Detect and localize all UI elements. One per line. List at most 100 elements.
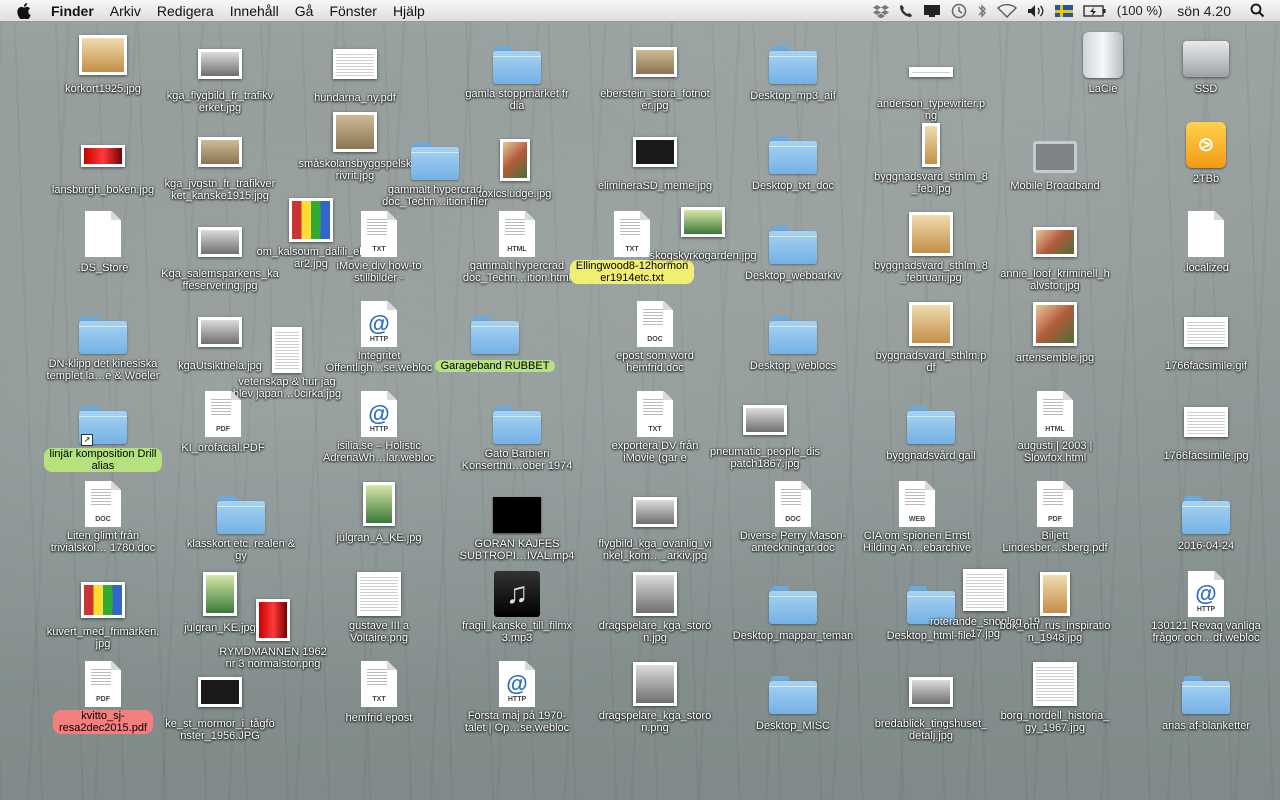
desktop-icon-klasskort-etc-realen-gy[interactable]: klasskort etc. realen & gy [176,488,306,564]
desktop-icon-byggnadsvard-sthlm-8-feb-jpg[interactable]: byggnadsvard_sthlm_8 _feb.jpg [866,121,996,197]
webloc-icon: @ HTTP [1182,570,1230,618]
menu-redigera[interactable]: Redigera [149,3,222,19]
battery-icon[interactable] [1083,0,1107,22]
desktop-icon-integritet-offentligh-se-webloc[interactable]: @ HTTP Integritet Offentligh…se.webloc [314,300,444,376]
menu-fonster[interactable]: Fönster [321,3,384,19]
desktop-icon-artensemble-jpg[interactable]: artensemble.jpg [990,300,1120,366]
image-thumbnail-icon [631,488,679,536]
desktop-icon-augusti-2003-slowfox-html[interactable]: HTML augusti | 2003 | Slowfox.html [990,390,1120,466]
menu-hjalp[interactable]: Hjälp [385,3,433,19]
desktop-icon-pneumatic-people-dis-patch1867-jpg[interactable]: pneumatic_people_dis patch1867.jpg [700,396,830,472]
display-icon[interactable] [923,0,941,22]
desktop-icon-2016-04-24[interactable]: 2016-04-24 [1141,488,1271,554]
desktop-icon-isilia-se-holistic-adrenawh-lar-webl[interactable]: @ HTTP isilia.se – Holistic AdrenaWh…lar.w… [314,390,444,466]
desktop-icon-eliminerasd-meme-jpg[interactable]: elimineraSD_meme.jpg [590,128,720,194]
desktop-icon-gammalt-hypercrad-doc-techn-ition-ht[interactable]: HTML gammalt hypercrad doc_Techn…ition.ht… [452,210,582,286]
desktop-icon-linjär-komposition-drill-alias[interactable]: ↗ linjär komposition Drill alias [38,398,168,474]
desktop-icon-localized[interactable]: .localized [1141,210,1271,276]
swedish-flag-icon[interactable] [1054,0,1073,22]
menu-ga[interactable]: Gå [287,3,322,19]
desktop-icon-eberstein-stora-fotnot-er-jpg[interactable]: eberstein_stora_fotnot er.jpg [590,38,720,114]
phone-icon[interactable] [899,0,913,22]
desktop-icon-1766facsimile-jpg[interactable]: 1766facsimile.jpg [1141,398,1271,464]
image-thumbnail-icon [1031,300,1079,348]
image-thumbnail-icon [1031,660,1079,708]
desktop-icon-130121-revaq-vanliga-frågor-och-df-w[interactable]: @ HTTP 130121 Revaq vanliga frågor och…df.… [1141,570,1271,646]
desktop-icon-label: 1766facsimile.jpg [1163,450,1249,462]
desktop-icon-kga-jvgstn-fr-trafikver-ket-kanske19[interactable]: kga_jvgstn_fr_trafikver ket_kanske1915.j… [155,128,285,204]
desktop-icon-kga-flygbild-fr-trafikv-erket-jpg[interactable]: kga_flygbild_fr_trafikv erket.jpg [155,40,285,116]
desktop-icon-desktop-weblocs[interactable]: Desktop_weblocs [728,308,858,374]
desktop-icon-label: byggnadsvard_sthlm_8 _feb.jpg [874,171,988,195]
desktop-icon-byggnadsvard-sthlm-p-df[interactable]: byggnadsvard_sthlm.p df [866,300,996,376]
desktop-icon-julgran-a-ke-jpg[interactable]: julgran_A_KE.jpg [314,480,444,546]
dropbox-icon[interactable] [872,0,889,22]
wifi-icon[interactable] [996,0,1017,22]
desktop-icon-goran-kajfes-subtropi-ival-mp4[interactable]: GORAN KAJFES SUBTROPI…IVAL.mp4 [452,488,582,564]
desktop-icon-toxicsludge-jpg[interactable]: toxicsludge.jpg [450,136,580,202]
desktop[interactable]: körkort1925.jpg kga_flygbild_fr_trafikv e… [0,22,1280,800]
desktop-icon-ke-st-mormor-i-tågfö-nster-1956-jpg[interactable]: ke_st_mormor_i_tågfö nster_1956.JPG [155,668,285,744]
volume-icon[interactable] [1027,0,1045,22]
desktop-icon-epost-som-word-hemfrid-doc[interactable]: DOC epost som word hemfrid.doc [590,300,720,376]
desktop-icon-dragspelare-kga-storö-n-png[interactable]: dragspelare_kga_storö n.png [590,660,720,736]
spotlight-icon[interactable] [1250,0,1265,22]
image-thumbnail-icon [355,570,403,618]
desktop-icon-bok-om-rus-inspiratio-n-1948-jpg[interactable]: bok_om_rus_inspiratio n_1948.jpg [990,570,1120,646]
time-machine-icon[interactable] [951,0,967,22]
desktop-icon-biljett-lindesber-sberg-pdf[interactable]: PDF Biljett Lindesber…sberg.pdf [990,480,1120,556]
desktop-icon-annie-loof-kriminell-h-alvstor-jpg[interactable]: annie_loof_kriminell_h alvstor.jpg [990,218,1120,294]
desktop-icon-label: hundarna_ny.pdf [314,92,396,104]
desktop-icon-byggnadsvard-sthlm-8-februari-jpg[interactable]: byggnadsvard_sthlm_8 _februari.jpg [866,210,996,286]
folder-icon [1182,668,1230,716]
desktop-icon-desktop-misc[interactable]: Desktop_MISC [728,668,858,734]
desktop-icon-lansburgh-boken-jpg[interactable]: lansburgh_boken.jpg [38,132,168,198]
menu-innehall[interactable]: Innehåll [222,3,287,19]
desktop-icon-label: kga_flygbild_fr_trafikv erket.jpg [166,90,274,114]
menu-arkiv[interactable]: Arkiv [102,3,149,19]
desktop-icon-dn-klipp-det-kinesiska-templet-la-e-[interactable]: DN-klipp det kinesiska templet la…e & Wo… [38,308,168,384]
desktop-icon-gamla-stoppmärket-fr-dia[interactable]: gamla stoppmärket fr dia [452,38,582,114]
desktop-icon-desktop-mappar-teman[interactable]: Desktop_mappar_teman [728,578,858,644]
desktop-icon-label: Desktop_mappar_teman [732,630,854,642]
desktop-icon-garageband-rubbet[interactable]: Garageband RUBBET [430,308,560,374]
desktop-icon-fragil-kanske-till-filmx-3-mp3[interactable]: ♫ fragil_kanske_till_filmx 3.mp3 [452,570,582,646]
desktop-icon-dragspelare-kga-storö-n-jpg[interactable]: dragspelare_kga_storö n.jpg [590,570,720,646]
desktop-icon-första-maj-på-1970-talet-op-se-weblo[interactable]: @ HTTP Första maj på 1970- talet | Op…se.w… [452,660,582,736]
desktop-icon-1766facsimile-gif[interactable]: 1766facsimile.gif [1141,308,1271,374]
desktop-icon-mobile-broadband[interactable]: Mobile Broadband [990,128,1120,194]
desktop-icon-borg-nordell-historia-gy-1967-jpg[interactable]: borg_nordell_historia_ gy_1967.jpg [990,660,1120,736]
desktop-icon-2tbb[interactable]: ⧁ 2TBb [1141,121,1271,187]
desktop-icon-bredablick-tingshuset-detalj-jpg[interactable]: bredablick_tingshuset_ detalj.jpg [866,668,996,744]
document-icon: DOC [631,300,679,348]
desktop-icon-cia-om-spionen-ernst-hilding-an-ebar[interactable]: WEB CIA om spionen Ernst Hilding An…ebarc… [852,480,982,556]
desktop-icon-gato-barbieri-konserthu-ober-1974[interactable]: Gato Barbieri Konserthu…ober 1974 [452,398,582,474]
desktop-icon-ds-store[interactable]: .DS_Store [38,210,168,276]
menu-clock[interactable]: sön 4.20 [1177,0,1231,22]
desktop-icon-kvitto-sj-resa2dec2015-pdf[interactable]: PDF kvitto_sj- resa2dec2015.pdf [38,660,168,736]
desktop-icon-desktop-txt-doc[interactable]: Desktop_txt_doc [728,128,858,194]
desktop-icon-desktop-mp3-aif[interactable]: Desktop_mp3_aif [728,38,858,104]
desktop-icon-anderson-typewriter-p-ng[interactable]: anderson_typewriter.p ng [866,48,996,124]
desktop-icon-ki-orofacial-pdf[interactable]: PDF KI_orofacial.PDF [158,390,288,456]
menu-finder[interactable]: Finder [43,3,102,19]
bluetooth-icon[interactable] [977,0,987,22]
desktop-icon-hemfrid-epost[interactable]: TXT hemfrid epost [314,660,444,726]
desktop-icon-körkort1925-jpg[interactable]: körkort1925.jpg [38,31,168,97]
desktop-icon-liten-glimt-från-trivialskol-1780-do[interactable]: DOC Liten glimt från trivialskol… 1780.do… [38,480,168,556]
desktop-icon-label: körkort1925.jpg [65,83,141,95]
desktop-icon-imovie-div-how-to-stillbilder[interactable]: TXT iMovie div how-to stillbilder - [314,210,444,286]
desktop-icon-desktop-webbarkiv[interactable]: Desktop_webbarkiv [728,218,858,284]
desktop-icon-gustave-iii-a-voltaire-png[interactable]: gustave III a Voltaire.png [314,570,444,646]
desktop-icon-flygbild-kga-ovanlig-vi-nkel-kom-ark[interactable]: flygbild_kga_ovanlig_vi nkel_kom…_arkiv.… [590,488,720,564]
desktop-icon-hundarna-ny-pdf[interactable]: hundarna_ny.pdf [290,40,420,106]
document-icon: HTML [493,210,541,258]
desktop-icon-byggnadsvård-gall[interactable]: byggnadsvård gall [866,398,996,464]
desktop-icon-kuvert-med-frimärken-jpg[interactable]: kuvert_med_frimärken. jpg [38,576,168,652]
desktop-icon-ssd[interactable]: SSD [1141,31,1271,97]
apple-menu-icon[interactable] [17,2,39,19]
external-drive-icon [1079,31,1127,79]
desktop-icon-anas-af-blanketter[interactable]: anas af-blanketter [1141,668,1271,734]
folder-icon [1182,488,1230,536]
desktop-icon-diverse-perry-mason-anteckningar-doc[interactable]: DOC Diverse Perry Mason- anteckningar.doc [728,480,858,556]
